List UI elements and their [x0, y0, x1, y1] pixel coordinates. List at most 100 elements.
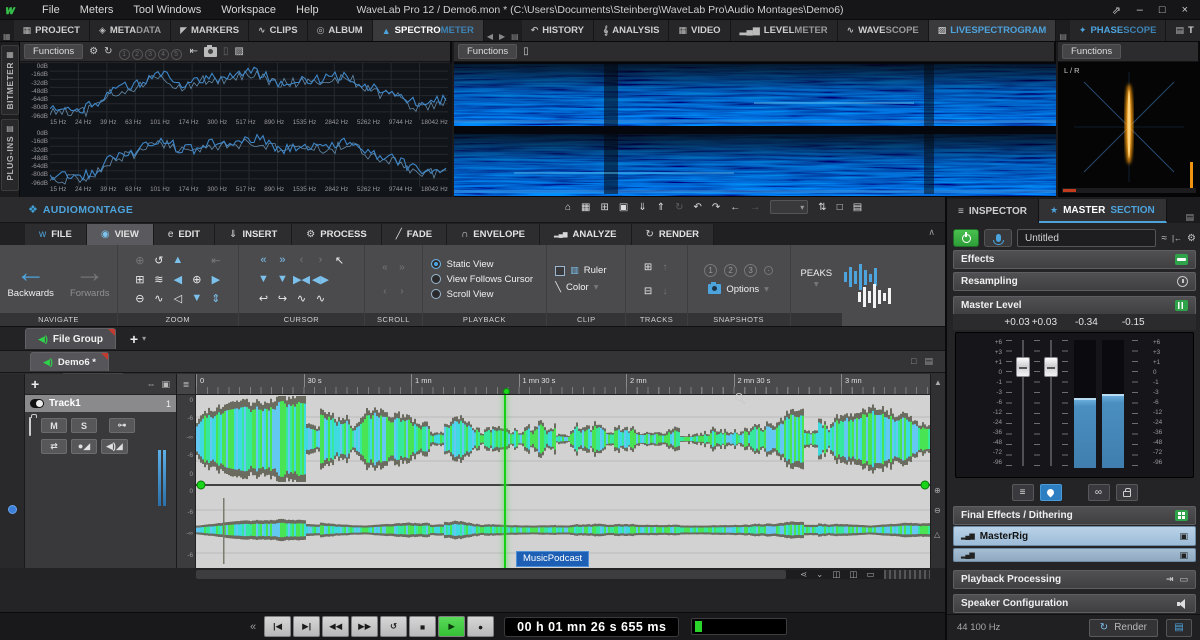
- ruler-checkbox[interactable]: ▥Ruler: [555, 265, 606, 276]
- routing-button[interactable]: ⊶: [109, 418, 135, 433]
- li[interactable]: ↪: [278, 292, 287, 305]
- view-follows-cursor-radio[interactable]: View Follows Cursor: [431, 274, 533, 285]
- li[interactable]: ◀: [174, 273, 182, 286]
- tab-metadata[interactable]: ◈METADATA: [90, 20, 171, 41]
- li[interactable]: ↻: [675, 202, 683, 213]
- droplet-button[interactable]: [1040, 484, 1062, 501]
- tab-truncated[interactable]: ▤T: [1166, 20, 1200, 41]
- record-arm-button[interactable]: ●◢: [71, 439, 97, 454]
- gain-value[interactable]: +0.03: [1032, 317, 1057, 328]
- image-icon[interactable]: ▨: [234, 46, 243, 57]
- cnum[interactable]: 3: [145, 49, 156, 60]
- tab-phasescope[interactable]: ✦PHASESCOPE: [1070, 20, 1167, 41]
- tbtn[interactable]: ◀◀: [322, 616, 349, 637]
- ruler-corner-icon[interactable]: ≣: [177, 374, 196, 395]
- automation-button[interactable]: ⇄: [41, 439, 67, 454]
- tab-levelmeter[interactable]: ▂▄▆LEVELMETER: [731, 20, 838, 41]
- cnum[interactable]: 4: [158, 49, 169, 60]
- li[interactable]: ⇑: [657, 202, 665, 213]
- render-button[interactable]: ↻Render: [1089, 619, 1158, 637]
- li[interactable]: ∿: [154, 292, 163, 305]
- li[interactable]: ◁: [174, 292, 182, 305]
- restore-icon[interactable]: □: [1159, 4, 1166, 17]
- li[interactable]: ▶: [212, 273, 220, 286]
- peaks-dropdown[interactable]: PEAKS▾: [800, 268, 832, 290]
- li[interactable]: ↑: [663, 262, 668, 273]
- tab-scroll-right-icon[interactable]: ▶: [496, 32, 508, 41]
- snapshot-slots[interactable]: 12345: [119, 43, 184, 61]
- li[interactable]: ⊞: [644, 262, 652, 273]
- add-tab-button[interactable]: +: [130, 331, 138, 347]
- li[interactable]: ∿: [316, 292, 325, 305]
- settings-gear-icon[interactable]: ⚙: [89, 46, 98, 57]
- li[interactable]: ↶: [694, 202, 702, 213]
- home-icon[interactable]: ⌂: [565, 202, 571, 213]
- li[interactable]: ⊕: [135, 254, 144, 267]
- monitor-mic-button[interactable]: [984, 229, 1012, 247]
- mute-button[interactable]: M: [41, 418, 67, 433]
- snapshots-options-dropdown[interactable]: Options▾: [708, 284, 769, 295]
- menu-workspace[interactable]: Workspace: [211, 4, 286, 16]
- tab-mastersection[interactable]: ★MASTERSECTION: [1039, 199, 1167, 223]
- li[interactable]: »: [279, 254, 285, 266]
- li[interactable]: ∿: [297, 292, 306, 305]
- color-dropdown[interactable]: ╲Color▾: [555, 282, 598, 293]
- li[interactable]: ▼: [191, 292, 202, 304]
- waveform-view[interactable]: MusicPodcast: [196, 395, 930, 568]
- camera-icon[interactable]: [204, 47, 217, 57]
- gain-value[interactable]: +0.03: [1004, 317, 1029, 328]
- transport-buttons[interactable]: |◀▶|◀◀▶▶↺■▶●: [264, 616, 494, 637]
- slot-window-icon[interactable]: ▣: [1179, 531, 1188, 542]
- chevron-down-icon[interactable]: ⌄: [816, 569, 823, 580]
- li[interactable]: »: [399, 262, 405, 273]
- slot-window-icon[interactable]: ▣: [1179, 550, 1188, 561]
- menu-meters[interactable]: Meters: [70, 4, 124, 16]
- trash-icon[interactable]: ▯: [523, 46, 529, 57]
- tbtn[interactable]: ■: [409, 616, 436, 637]
- tab-album[interactable]: ◎ALBUM: [308, 20, 373, 41]
- share-icon[interactable]: ⋖: [800, 569, 807, 580]
- scrollbar-handle[interactable]: [196, 570, 786, 579]
- tbtn[interactable]: |◀: [264, 616, 291, 637]
- dock-tab-plugins[interactable]: ▤PLUG-INS: [1, 119, 19, 191]
- li[interactable]: ↖: [335, 254, 344, 267]
- view-split-left-icon[interactable]: ◫: [832, 569, 840, 580]
- li[interactable]: ←: [730, 202, 740, 213]
- ribbon-collapse-icon[interactable]: ∧: [928, 227, 935, 238]
- tab-panel-icon-2[interactable]: ▤: [1056, 32, 1070, 41]
- fader-right[interactable]: [1044, 357, 1058, 377]
- cnum[interactable]: 1: [119, 49, 130, 60]
- solo-button[interactable]: S: [71, 418, 97, 433]
- bypass-icon[interactable]: ≈: [1161, 233, 1167, 244]
- monitor-button[interactable]: ◀)◢: [101, 439, 128, 454]
- li[interactable]: ▶◀: [293, 273, 310, 286]
- settings-gear-icon[interactable]: ⚙: [1187, 233, 1196, 244]
- li[interactable]: ⊞: [601, 202, 609, 213]
- expand-icon[interactable]: ⇗: [1112, 4, 1121, 17]
- li[interactable]: ▼: [258, 273, 269, 285]
- cnum[interactable]: 5: [171, 49, 182, 60]
- montage-toolbar-icons[interactable]: ⊞▣⇓⇑↻↶↷←→: [601, 202, 761, 213]
- dock-tab-bitmeter[interactable]: ▦BITMETER: [1, 45, 19, 115]
- navigate-backwards-button[interactable]: ← Backwards: [7, 259, 53, 299]
- panel-layout-icon[interactable]: ▤: [853, 202, 862, 213]
- tab-wavescope[interactable]: ∿WAVESCOPE: [838, 20, 929, 41]
- menu-tool-windows[interactable]: Tool Windows: [123, 4, 211, 16]
- menu-file[interactable]: File: [32, 4, 70, 16]
- tracks-tool-icons[interactable]: ⊞↑⊟↓: [640, 255, 674, 303]
- tab-clips[interactable]: ∿CLIPS: [249, 20, 308, 41]
- final-effect-slot-empty[interactable]: ▂▄▆ ▣: [953, 548, 1196, 562]
- li[interactable]: ⊟: [644, 286, 652, 297]
- li[interactable]: ▼: [277, 273, 288, 285]
- li[interactable]: ⇓: [638, 202, 646, 213]
- li[interactable]: ‹: [383, 286, 386, 297]
- resampling-section-header[interactable]: Resampling: [953, 272, 1196, 291]
- track-header[interactable]: Track1 1: [25, 395, 176, 412]
- magnify-icon[interactable]: △: [934, 530, 940, 539]
- zoom-out-icon[interactable]: ⊖: [934, 506, 941, 515]
- playback-cursor[interactable]: [504, 395, 506, 568]
- view-single-icon[interactable]: ▭: [866, 569, 874, 580]
- restore-pane-icon[interactable]: □: [911, 356, 916, 367]
- tab-analysis[interactable]: 𝄞ANALYSIS: [594, 20, 670, 41]
- tabrow-grid-icon[interactable]: ▦: [0, 32, 14, 41]
